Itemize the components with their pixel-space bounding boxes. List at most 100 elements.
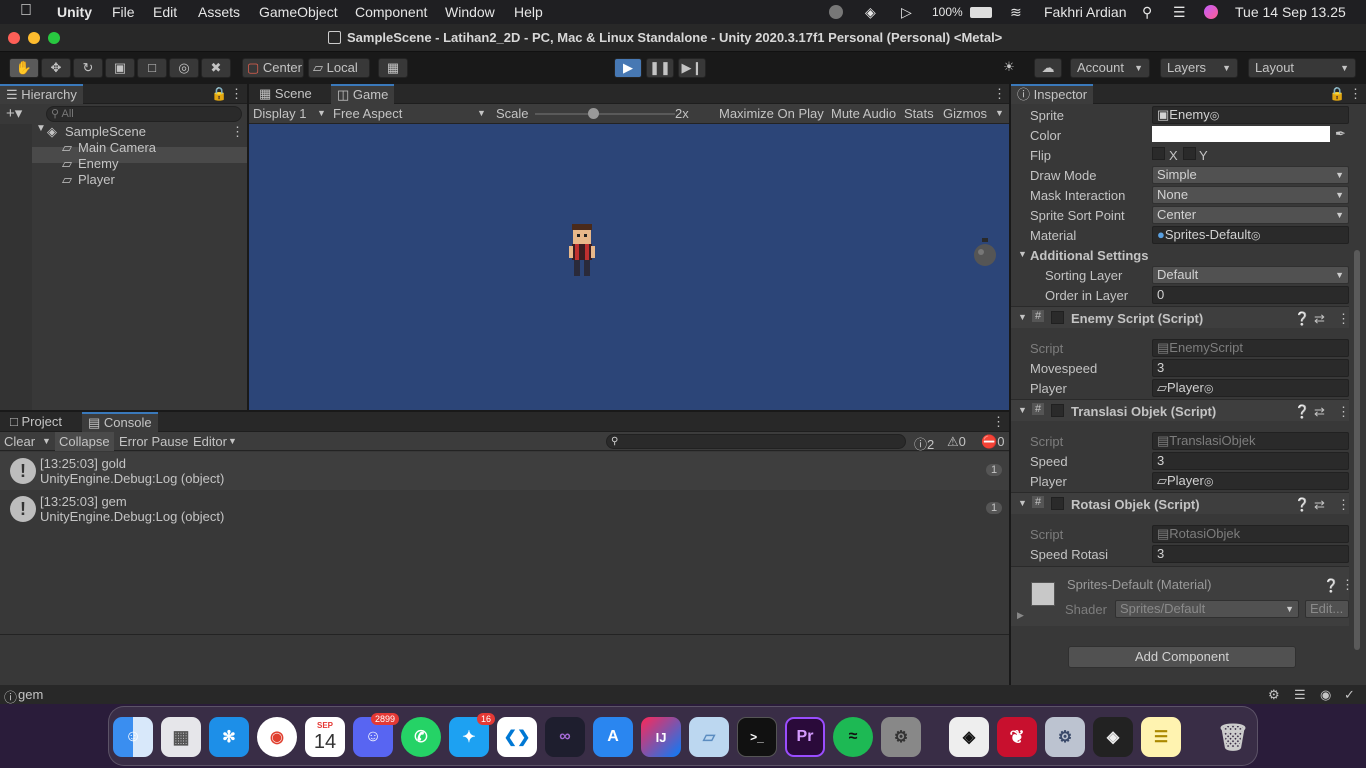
premiere-icon[interactable]: Pr: [785, 717, 825, 757]
error-pause-toggle[interactable]: Error Pause: [119, 434, 188, 449]
tab-hierarchy[interactable]: ☰ Hierarchy: [0, 84, 83, 104]
grid-snap-icon[interactable]: ▦: [378, 58, 408, 78]
layout-dropdown[interactable]: Layout ▼: [1248, 58, 1356, 78]
error-count-toggle[interactable]: ⛔0: [981, 434, 1004, 450]
hierarchy-item-enemy[interactable]: Enemy: [78, 156, 118, 171]
expand-arrow-icon[interactable]: ▼: [36, 123, 46, 134]
cloud-icon[interactable]: ☁: [1034, 58, 1062, 78]
system-preferences-icon[interactable]: ⚙: [881, 717, 921, 757]
lock-icon[interactable]: 🔒: [211, 86, 227, 102]
control-center-icon[interactable]: ☰: [1173, 4, 1186, 21]
draw-mode-dropdown[interactable]: Simple ▼: [1152, 166, 1349, 184]
calendar-icon[interactable]: SEP 14: [305, 717, 345, 757]
wifi-icon[interactable]: ≋: [1010, 4, 1022, 21]
battery-icon[interactable]: [970, 7, 992, 18]
clock[interactable]: Tue 14 Sep 13.25: [1235, 4, 1346, 20]
rotate-tool-icon[interactable]: ↻: [73, 58, 103, 78]
discord-icon[interactable]: ☺ 2899: [353, 713, 399, 757]
tab-inspector[interactable]: ⓘ Inspector: [1011, 84, 1094, 104]
twitter-icon[interactable]: ✦ 16: [449, 713, 495, 757]
console-entry[interactable]: ! [13:25:03] gold UnityEngine.Debug:Log …: [0, 452, 1009, 490]
tab-game[interactable]: ◫ Game: [331, 84, 395, 104]
tab-scene[interactable]: ▦ Scene: [253, 84, 318, 104]
menu-window[interactable]: Window: [445, 4, 495, 20]
menu-edit[interactable]: Edit: [153, 4, 177, 20]
minimize-button[interactable]: [28, 32, 40, 44]
clear-button[interactable]: Clear: [4, 434, 35, 449]
notes-icon[interactable]: ☰: [1141, 717, 1181, 757]
rotasi-script-header[interactable]: ▼ # Rotasi Objek (Script) ❔ ⇄ ⋮: [1011, 492, 1350, 514]
unity-hub-icon[interactable]: ◈: [949, 717, 989, 757]
vscode-icon[interactable]: ❮❯: [497, 717, 537, 757]
foldout-arrow-icon[interactable]: ▼: [1018, 249, 1027, 259]
tab-console[interactable]: ▤ Console: [82, 412, 158, 432]
whatsapp-icon[interactable]: ✆: [401, 717, 441, 757]
debug-icon[interactable]: ⚙: [1268, 687, 1280, 703]
safari-icon[interactable]: ✻: [209, 717, 249, 757]
object-picker-icon[interactable]: ◎: [1204, 383, 1214, 395]
editor-dropdown[interactable]: Editor: [193, 434, 227, 449]
unity-icon[interactable]: ◈: [1093, 717, 1133, 757]
component-menu-icon[interactable]: ⋮: [1341, 577, 1354, 593]
enabled-checkbox[interactable]: [1051, 311, 1064, 324]
finder-icon[interactable]: ☺: [113, 717, 153, 757]
stats-toggle[interactable]: Stats: [904, 106, 934, 121]
chrome-icon[interactable]: ◉: [257, 717, 297, 757]
add-button[interactable]: +▾: [6, 104, 22, 122]
shader-dropdown[interactable]: Sprites/Default ▼: [1115, 600, 1299, 618]
zoom-button[interactable]: [48, 32, 60, 44]
foldout-arrow-icon[interactable]: ▶: [1017, 610, 1024, 621]
flip-x-checkbox[interactable]: [1152, 147, 1165, 160]
console-entry[interactable]: ! [13:25:03] gem UnityEngine.Debug:Log (…: [0, 490, 1009, 528]
menu-help[interactable]: Help: [514, 4, 543, 20]
hierarchy-item-player[interactable]: Player: [78, 172, 115, 187]
preset-icon[interactable]: ⇄: [1314, 497, 1325, 513]
sorting-layer-dropdown[interactable]: Default ▼: [1152, 266, 1349, 284]
launchpad-icon[interactable]: ▦: [161, 717, 201, 757]
order-in-layer-field[interactable]: 0: [1152, 286, 1349, 304]
sprite-sort-point-dropdown[interactable]: Center ▼: [1152, 206, 1349, 224]
menu-component[interactable]: Component: [355, 4, 427, 20]
enabled-checkbox[interactable]: [1051, 404, 1064, 417]
component-menu-icon[interactable]: ⋮: [1337, 311, 1350, 327]
visual-studio-icon[interactable]: ∞: [545, 717, 585, 757]
scale-slider-handle[interactable]: [588, 108, 599, 119]
hierarchy-item-main-camera[interactable]: Main Camera: [78, 140, 156, 155]
add-component-button[interactable]: Add Component: [1068, 646, 1296, 668]
space-local-button[interactable]: ▱ Local: [308, 58, 370, 78]
auto-generate-icon[interactable]: ◉: [1320, 687, 1331, 703]
mute-audio-toggle[interactable]: Mute Audio: [831, 106, 896, 121]
step-button[interactable]: ▶❙: [678, 58, 706, 78]
foldout-arrow-icon[interactable]: ▼: [1018, 498, 1027, 508]
flip-y-checkbox[interactable]: [1183, 147, 1196, 160]
translasi-script-header[interactable]: ▼ # Translasi Objek (Script) ❔ ⇄ ⋮: [1011, 399, 1350, 421]
game-viewport[interactable]: [249, 124, 1009, 410]
shader-edit-button[interactable]: Edit...: [1305, 600, 1349, 618]
component-menu-icon[interactable]: ⋮: [1337, 404, 1350, 420]
warning-count-toggle[interactable]: ⚠0: [947, 434, 966, 450]
acrobat-icon[interactable]: ❦: [997, 717, 1037, 757]
inspector-scrollbar[interactable]: [1354, 250, 1360, 650]
terminal-icon[interactable]: >_: [737, 717, 777, 757]
siri-icon[interactable]: [1204, 5, 1218, 19]
speed-field[interactable]: 3: [1152, 452, 1349, 470]
record-icon[interactable]: [829, 5, 843, 19]
play-circle-icon[interactable]: ▷: [901, 4, 912, 21]
eyedropper-icon[interactable]: ✒: [1335, 126, 1346, 142]
app-menu[interactable]: Unity: [57, 4, 92, 20]
3d-box-icon[interactable]: ▱: [689, 717, 729, 757]
scene-more-icon[interactable]: ⋮: [231, 124, 244, 140]
collab-icon[interactable]: ☀: [996, 58, 1022, 78]
play-button[interactable]: ▶: [614, 58, 642, 78]
help-icon[interactable]: ❔: [1294, 497, 1310, 513]
additional-settings-header[interactable]: Additional Settings: [1030, 248, 1148, 263]
speed-rotasi-field[interactable]: 3: [1152, 545, 1349, 563]
object-picker-icon[interactable]: ◎: [1204, 476, 1214, 488]
log-count-toggle[interactable]: ⓘ2: [914, 434, 934, 453]
object-picker-icon[interactable]: ◎: [1210, 110, 1220, 122]
rect-tool-icon[interactable]: □: [137, 58, 167, 78]
aspect-dropdown[interactable]: Free Aspect: [333, 106, 402, 121]
foldout-arrow-icon[interactable]: ▼: [1018, 405, 1027, 415]
menu-gameobject[interactable]: GameObject: [259, 4, 338, 20]
pivot-center-button[interactable]: ▢ Center: [242, 58, 304, 78]
